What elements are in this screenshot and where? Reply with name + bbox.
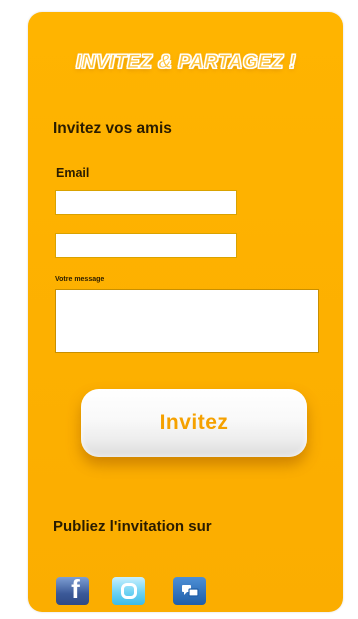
twitter-button[interactable] [112,577,145,605]
facebook-button[interactable]: f [56,577,89,605]
email-label: Email [56,166,90,180]
messenger-icon [181,585,199,597]
email-field-1[interactable] [55,190,237,215]
messenger-button[interactable] [173,577,206,605]
twitter-icon [120,583,137,599]
message-label: Votre message [55,276,105,283]
invite-widget: INVITEZ & PARTAGEZ ! Invitez vos amis Em… [28,12,343,612]
facebook-icon: f [71,577,80,604]
message-field[interactable] [55,289,319,353]
invite-button[interactable]: Invitez [81,389,307,457]
invite-section-title: Invitez vos amis [53,120,172,137]
email-field-2[interactable] [55,233,237,258]
share-section-title: Publiez l'invitation sur [53,518,212,535]
banner-title: INVITEZ & PARTAGEZ ! [75,52,297,74]
